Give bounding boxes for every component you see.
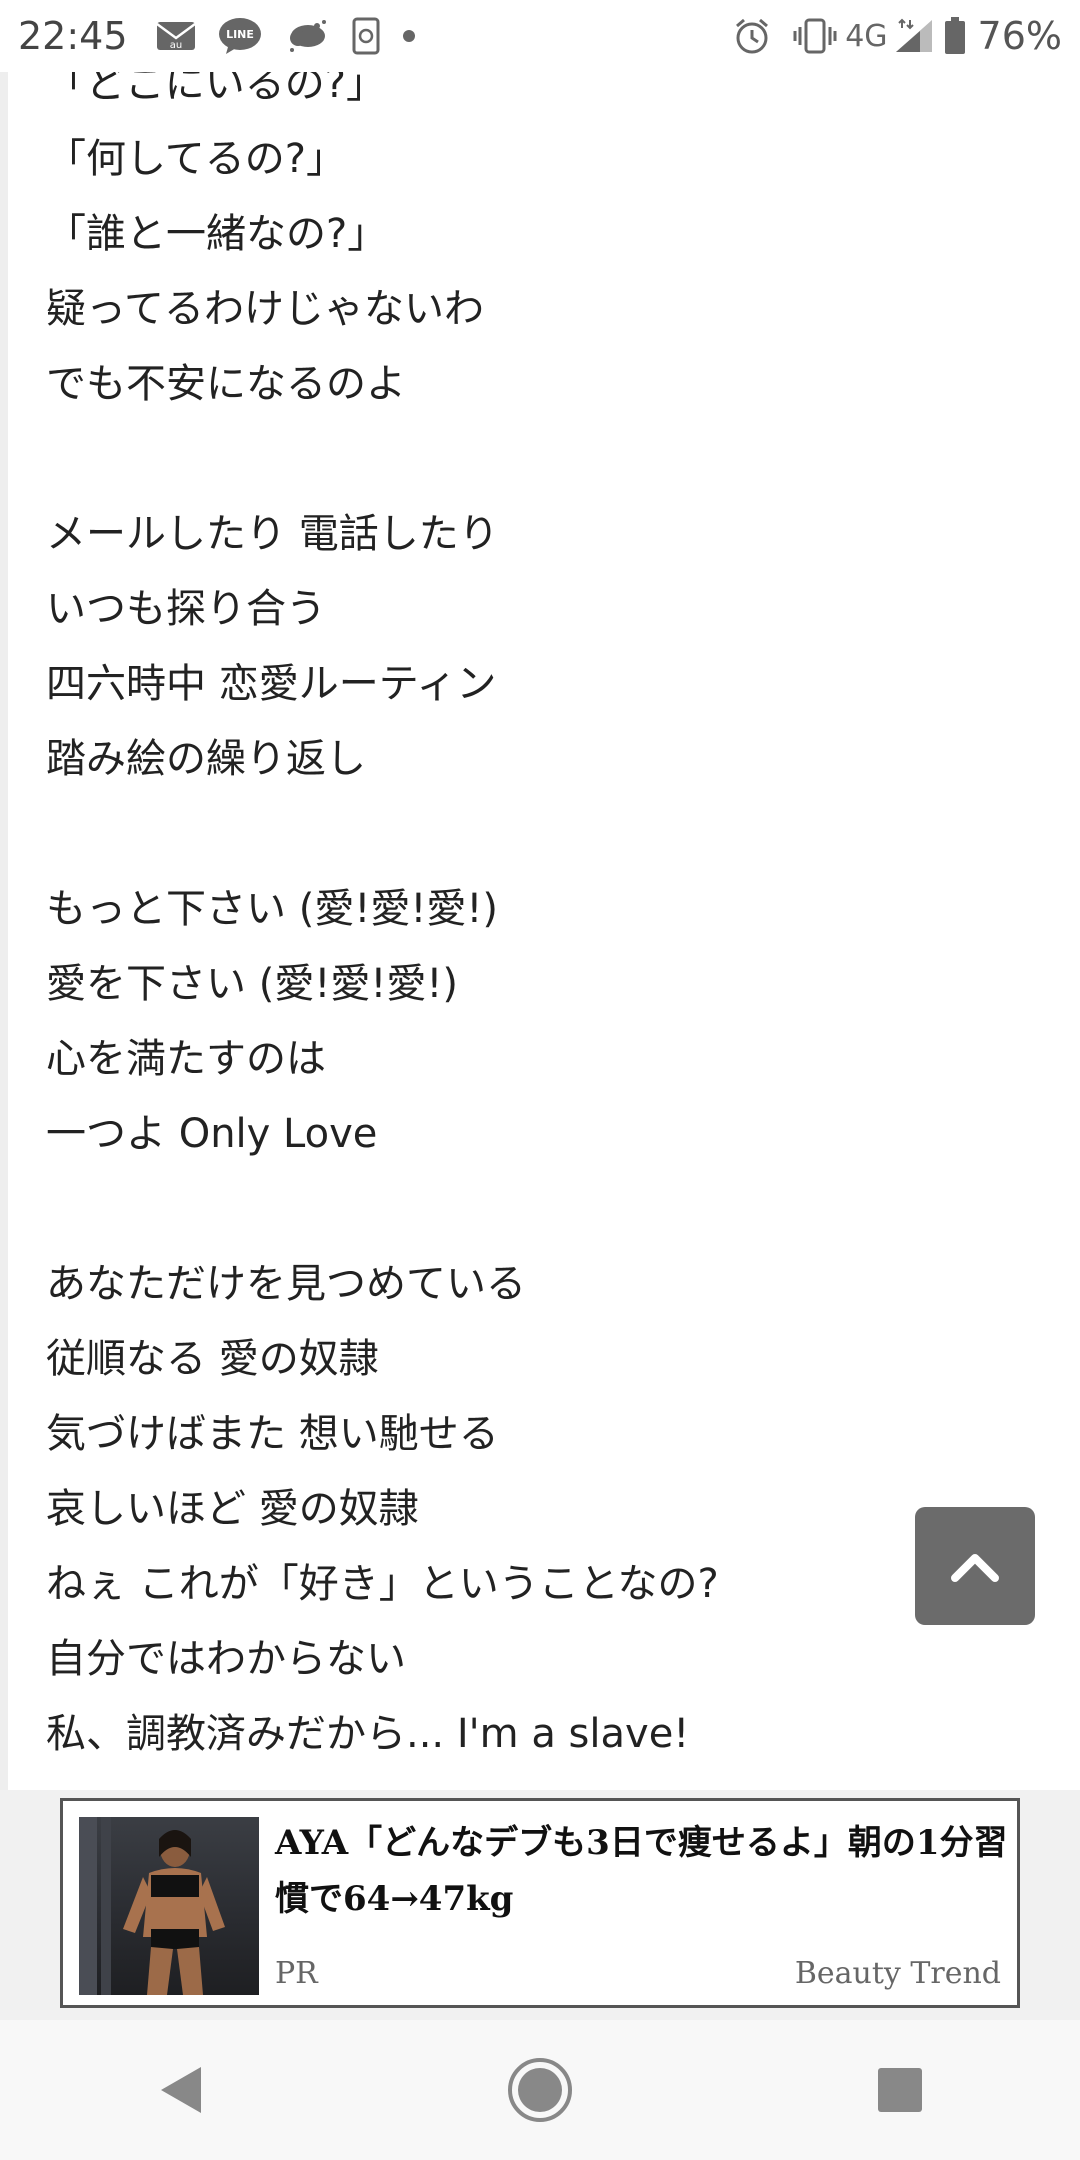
au-label: au [169, 40, 181, 51]
lyric-line: 私、調教済みだから... I'm a slave! [46, 1711, 690, 1757]
back-button[interactable] [120, 2030, 240, 2150]
lyric-line: 疑ってるわけじゃないわ [46, 286, 484, 332]
lyric-line: 「どこにいるの?」 [46, 72, 387, 107]
lyric-line: 哀しいほど 愛の奴隷 [46, 1486, 419, 1532]
ad-thumbnail-image[interactable] [79, 1817, 259, 1995]
lyric-line: 「何してるの?」 [46, 136, 347, 182]
lyric-line: でも不安になるのよ [46, 361, 406, 407]
network-type: 4G [845, 18, 888, 54]
stanza-gap [46, 797, 719, 872]
back-icon [161, 2067, 201, 2113]
lyric-line: 愛を下さい (愛!愛!愛!) [46, 961, 459, 1007]
lyric-line: 心を満たすのは [46, 1036, 326, 1082]
ad-title[interactable]: AYA「どんなデブも3日で痩せるよ」朝の1分習慣で64→47kg [275, 1815, 1015, 1927]
line-icon: LINE [218, 17, 262, 55]
lyric-line: 踏み絵の繰り返し [46, 736, 366, 782]
ad-source: Beauty Trend [794, 1956, 1001, 1991]
navigation-bar [0, 2020, 1080, 2160]
battery-icon [944, 17, 966, 55]
signal-icon [894, 18, 934, 54]
lyric-line: 従順なる 愛の奴隷 [46, 1336, 379, 1382]
alarm-icon [733, 17, 771, 55]
lyric-line: メールしたり 電話したり [46, 511, 499, 557]
lyric-line: ねぇ これが「好き」ということなの? [46, 1561, 719, 1607]
dot-icon [402, 29, 416, 43]
chevron-up-icon [951, 1554, 999, 1582]
line-label: LINE [226, 28, 254, 41]
lyric-line: あなただけを見つめている [46, 1261, 526, 1307]
lyric-line: もっと下さい (愛!愛!愛!) [46, 886, 499, 932]
weather-icon [284, 18, 330, 54]
status-time: 22:45 [18, 14, 128, 58]
stanza-gap [46, 422, 719, 497]
clipboard-icon [352, 17, 380, 55]
lyric-line: いつも探り合う [46, 586, 326, 632]
lyric-line: 「誰と一緒なの?」 [46, 211, 388, 257]
lyric-line: 気づけばまた 想い馳せる [46, 1411, 499, 1457]
lyrics-list: 「どこにいるの?」「何してるの?」 「誰と一緒なの?」疑ってるわけじゃないわ でも不… [46, 72, 719, 1772]
vibrate-icon [793, 17, 837, 55]
au-mail-icon: au [155, 21, 196, 51]
lyric-line: 一つよ Only Love [46, 1111, 378, 1157]
ad-card[interactable]: AYA「どんなデブも3日で痩せるよ」朝の1分習慣で64→47kg PR Beau… [60, 1798, 1020, 2008]
scroll-to-top-button[interactable] [915, 1507, 1035, 1625]
ad-pr-label: PR [275, 1956, 318, 1991]
recents-icon [878, 2068, 922, 2112]
home-icon [508, 2058, 572, 2122]
stanza-gap [46, 1172, 719, 1247]
home-button[interactable] [480, 2030, 600, 2150]
lyric-line: 自分ではわからない [46, 1636, 406, 1682]
recents-button[interactable] [840, 2030, 960, 2150]
battery-percentage: 76% [977, 14, 1062, 58]
lyric-line: 四六時中 恋愛ルーティン [46, 661, 497, 707]
status-bar: 22:45 au LINE 4G 76% [0, 0, 1080, 72]
system-status: 4G 76% [733, 14, 1062, 58]
